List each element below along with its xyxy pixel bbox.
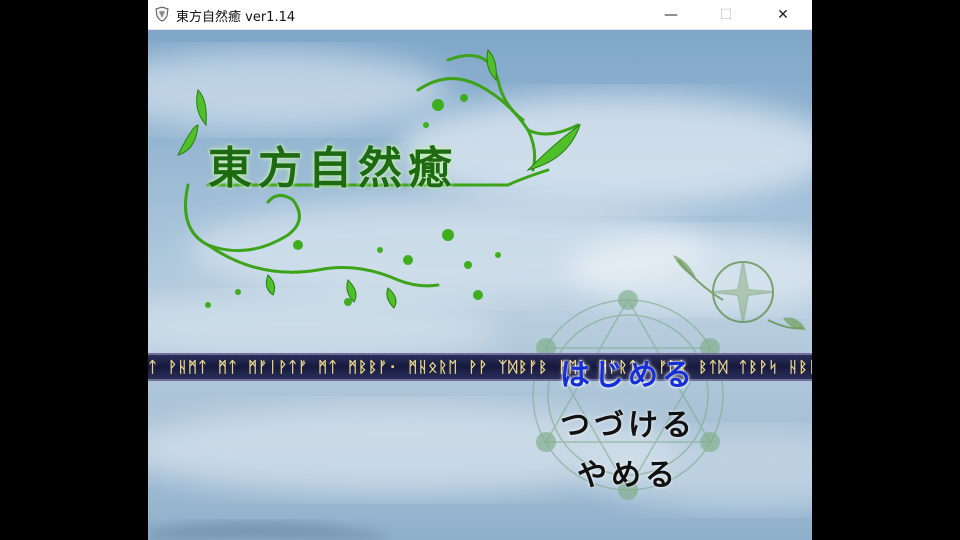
app-shield-icon — [155, 6, 169, 22]
game-window: 東方自然癒 ver1.14 — ☐ ✕ 東方自然癒 ᛏ ᚹᚺᛗᛏ ᛗᛏ ᛗᚠᛁᚹ… — [148, 0, 812, 540]
minimize-icon: — — [664, 7, 678, 23]
title-screen: 東方自然癒 ᛏ ᚹᚺᛗᛏ ᛗᛏ ᛗᚠᛁᚹᛏᚠ ᛗᛏ ᛗᛒᛒᚠ· ᛗᚺᛟᚱᛖ ᚹᚹ… — [148, 30, 812, 540]
game-title-logo: 東方自然癒 — [208, 143, 458, 194]
close-icon: ✕ — [777, 7, 789, 23]
close-button[interactable]: ✕ — [760, 0, 806, 30]
title-bar[interactable]: 東方自然癒 ver1.14 — ☐ ✕ — [148, 0, 812, 30]
maximize-icon: ☐ — [719, 7, 733, 23]
menu-quit-button[interactable]: やめる — [528, 450, 728, 494]
maximize-button[interactable]: ☐ — [703, 0, 749, 30]
window-title: 東方自然癒 ver1.14 — [176, 10, 296, 25]
menu-continue-button[interactable]: つづける — [528, 400, 728, 444]
menu-start-button[interactable]: はじめる — [528, 350, 728, 394]
minimize-button[interactable]: — — [648, 0, 694, 30]
